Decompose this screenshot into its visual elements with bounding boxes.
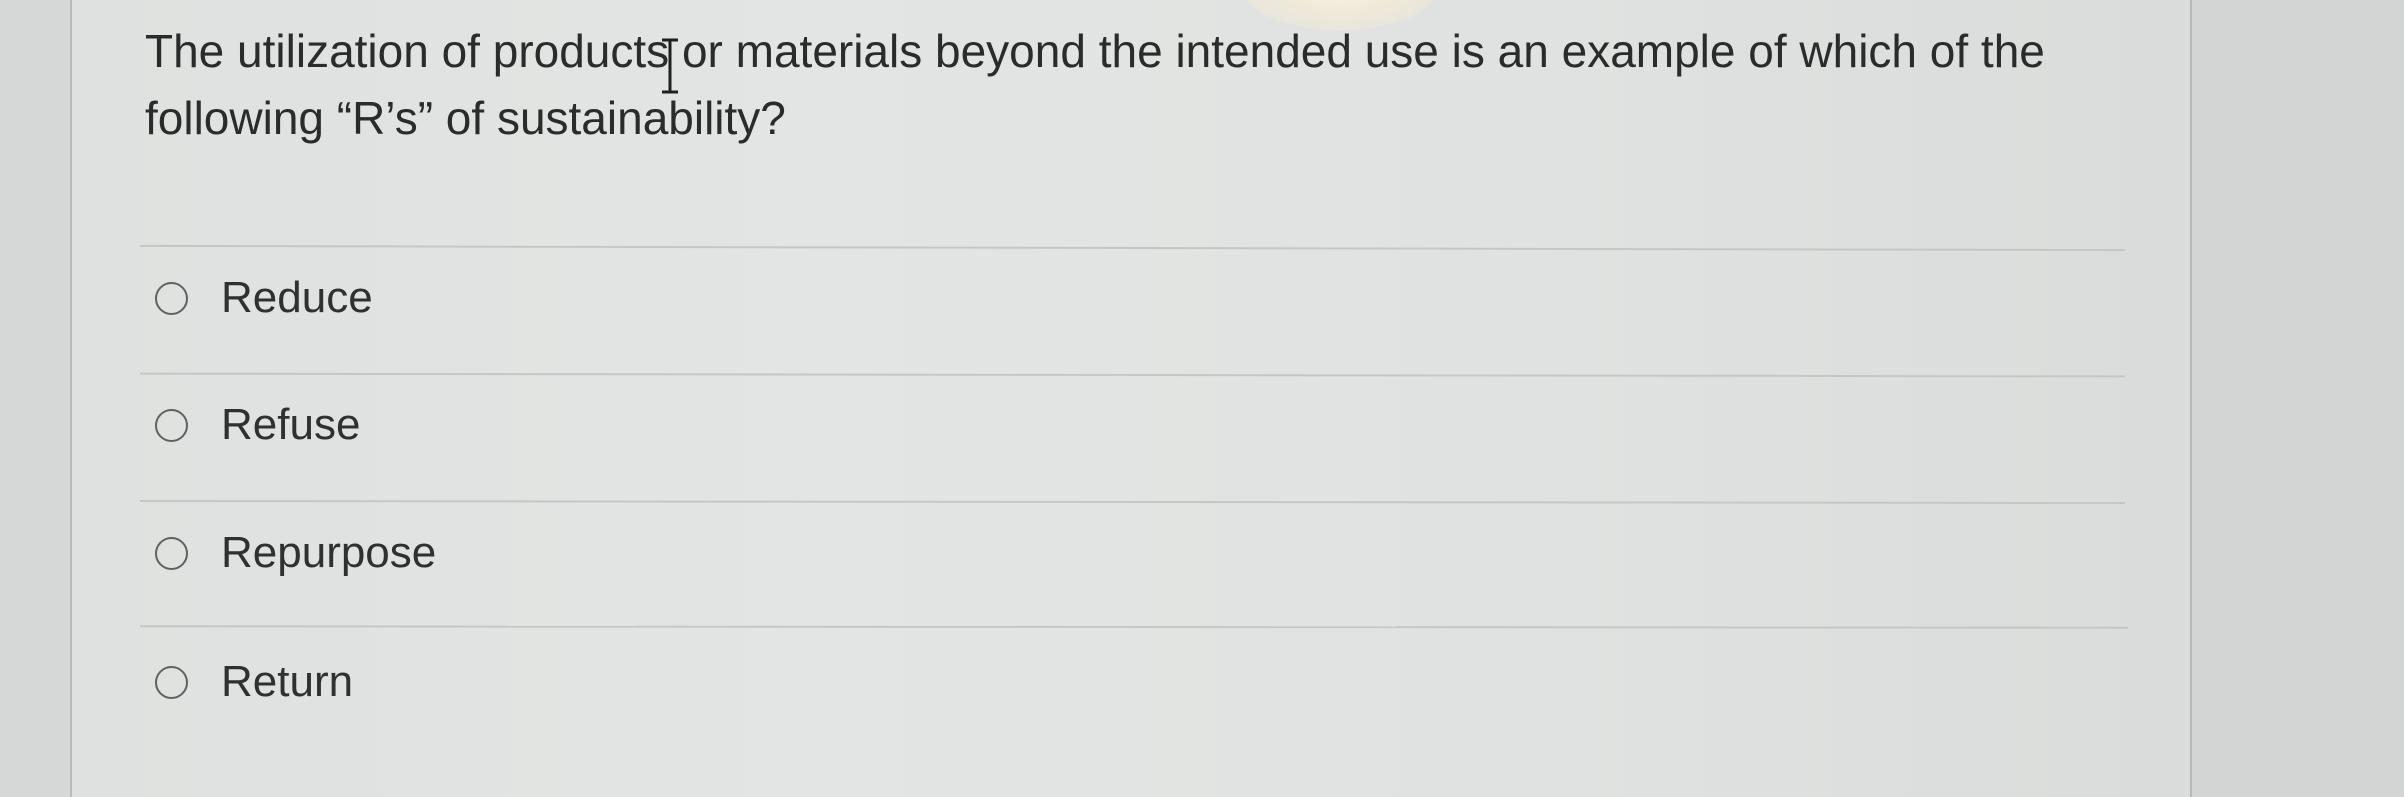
radio-button[interactable]	[155, 281, 188, 315]
right-margin	[2192, 0, 2404, 797]
text-cursor-icon	[662, 38, 678, 94]
radio-button[interactable]	[155, 665, 188, 699]
answer-option-return[interactable]: Return	[155, 652, 353, 712]
question-text: The utilization of products or materials…	[145, 25, 2045, 144]
option-label: Reduce	[221, 273, 373, 322]
radio-button[interactable]	[155, 408, 188, 442]
panel-left-border	[70, 0, 72, 797]
option-label: Return	[221, 657, 354, 706]
answer-option-repurpose[interactable]: Repurpose	[155, 523, 436, 583]
option-label: Repurpose	[221, 528, 437, 577]
radio-button[interactable]	[155, 536, 188, 570]
option-label: Refuse	[221, 400, 361, 449]
answer-option-refuse[interactable]: Refuse	[155, 395, 360, 455]
answer-option-reduce[interactable]: Reduce	[155, 268, 373, 328]
panel-right-border	[2190, 0, 2192, 797]
